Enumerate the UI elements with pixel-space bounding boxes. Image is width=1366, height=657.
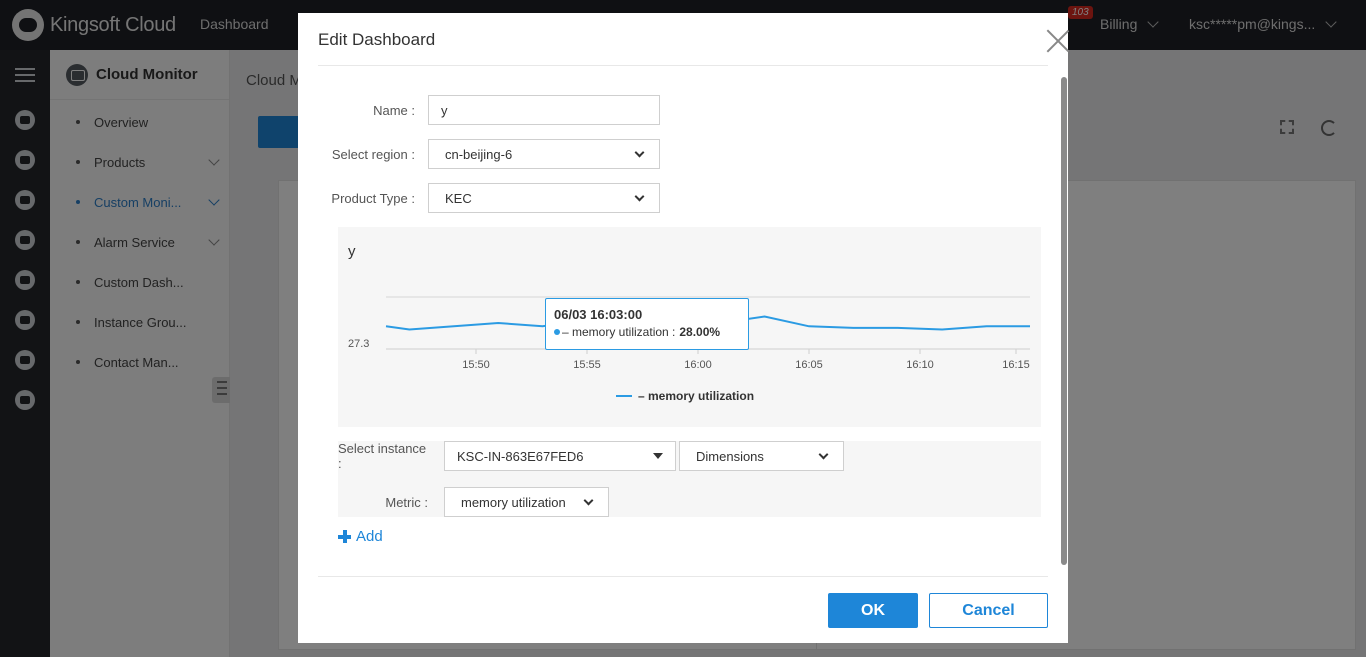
instance-select[interactable]: KSC-IN-863E67FED6 [444, 441, 676, 471]
instance-select-value: KSC-IN-863E67FED6 [457, 448, 584, 464]
region-row: Select region : cn-beijing-6 [298, 139, 660, 169]
tooltip-value: 28.00% [679, 325, 721, 339]
tooltip-time: 06/03 16:03:00 [554, 307, 643, 322]
plus-icon [338, 530, 351, 543]
x-tick-label: 16:00 [684, 359, 712, 371]
x-tick-label: 16:15 [1002, 359, 1030, 371]
x-tick-label: 15:50 [462, 359, 490, 371]
region-label: Select region : [331, 146, 415, 162]
name-row: Name : [298, 95, 660, 125]
chart-preview: y 27.3 15:50 15:55 16:00 16:05 16:10 16:15 06/… [338, 227, 1041, 427]
legend-label: – memory utilization [638, 389, 755, 403]
metric-select-value: memory utilization [461, 494, 566, 510]
chevron-down-icon [634, 147, 645, 157]
x-tick-label: 16:05 [795, 359, 823, 371]
chevron-down-icon [634, 191, 645, 201]
dialog-title: Edit Dashboard [318, 30, 436, 49]
y-tick-label: 27.3 [348, 338, 369, 350]
dialog-footer-divider [318, 576, 1048, 577]
x-tick-label: 15:55 [573, 359, 601, 371]
x-tick-label: 16:10 [906, 359, 934, 371]
product-type-label: Product Type : [331, 190, 415, 206]
ok-button[interactable]: OK [828, 593, 918, 628]
chart-legend[interactable]: – memory utilization [616, 389, 754, 403]
instance-config: Select instance : KSC-IN-863E67FED6 Dime… [338, 441, 1041, 517]
product-type-select[interactable]: KEC [428, 183, 660, 213]
region-select[interactable]: cn-beijing-6 [428, 139, 660, 169]
dialog-header: Edit Dashboard [318, 13, 1048, 66]
close-icon[interactable] [1046, 28, 1070, 52]
product-type-value: KEC [445, 190, 472, 206]
chevron-down-icon [818, 449, 829, 459]
add-metric-link[interactable]: Add [338, 528, 383, 545]
metric-label: Metric : [385, 494, 428, 510]
cancel-button[interactable]: Cancel [929, 593, 1048, 628]
instance-label: Select instance : [338, 441, 427, 471]
region-select-value: cn-beijing-6 [445, 146, 513, 162]
edit-dashboard-dialog: Edit Dashboard Name : Select region : cn… [298, 13, 1068, 643]
dimensions-select-value: Dimensions [696, 448, 764, 464]
series-dot-icon [554, 329, 560, 335]
metric-select[interactable]: memory utilization [444, 487, 609, 517]
chart-tooltip: 06/03 16:03:00 – memory utilization : 28… [545, 298, 749, 350]
product-type-row: Product Type : KEC [298, 183, 660, 213]
tooltip-series-name: – memory utilization : [562, 325, 676, 339]
chevron-down-icon [583, 495, 594, 505]
dimensions-select[interactable]: Dimensions [679, 441, 844, 471]
scrollbar[interactable] [1061, 77, 1067, 565]
legend-line-icon [616, 395, 632, 397]
name-label: Name : [373, 102, 415, 118]
tooltip-series-line: – memory utilization : 28.00% [554, 325, 740, 339]
caret-down-icon [653, 453, 663, 459]
add-label: Add [356, 528, 383, 545]
name-input[interactable] [428, 95, 660, 125]
